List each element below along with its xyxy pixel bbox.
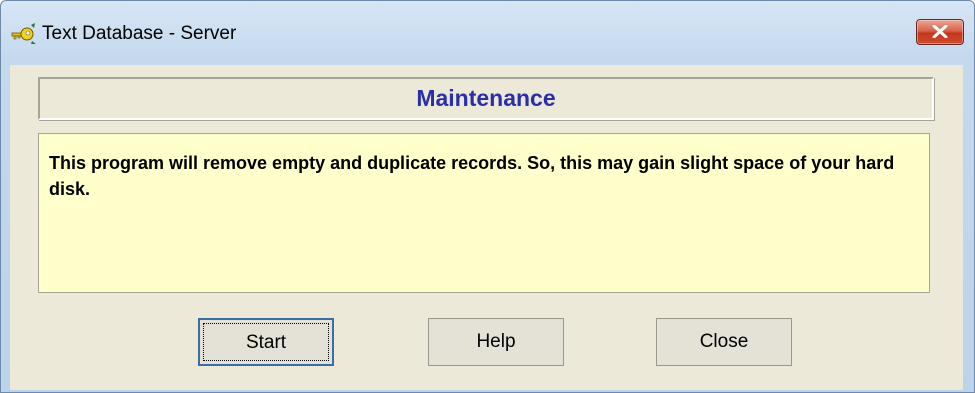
message-panel: This program will remove empty and dupli…	[38, 133, 930, 293]
window-title: Text Database - Server	[42, 23, 237, 44]
dialog-window: Text Database - Server Maintenance This …	[0, 0, 975, 393]
dialog-client-area: Maintenance This program will remove emp…	[10, 65, 963, 392]
message-text: This program will remove empty and dupli…	[49, 153, 895, 199]
window-frame-bottom	[1, 390, 974, 392]
window-close-button[interactable]	[916, 19, 964, 45]
key-icon	[11, 22, 37, 46]
help-button[interactable]: Help	[428, 318, 564, 366]
title-bar[interactable]: Text Database - Server	[1, 1, 974, 65]
close-button[interactable]: Close	[656, 318, 792, 366]
page-title: Maintenance	[416, 85, 556, 111]
close-icon	[932, 25, 948, 38]
start-button-label: Start	[245, 332, 287, 353]
help-button-label: Help	[476, 331, 516, 352]
header-panel: Maintenance	[38, 77, 934, 120]
close-button-label: Close	[699, 331, 749, 352]
start-button[interactable]: Start	[198, 318, 334, 366]
